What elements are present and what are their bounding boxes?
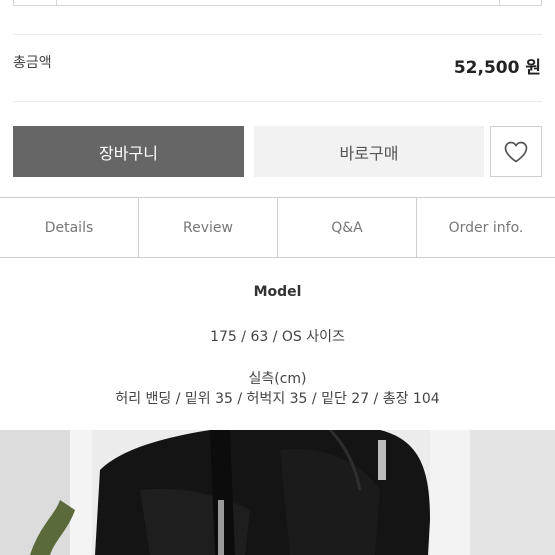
quantity-input[interactable] bbox=[56, 0, 513, 6]
buy-now-button[interactable]: 바로구매 bbox=[254, 126, 484, 177]
wishlist-button[interactable] bbox=[490, 126, 542, 177]
total-price: 52,500 원 bbox=[453, 58, 541, 78]
divider bbox=[13, 34, 542, 35]
model-info: 175 / 63 / OS 사이즈 bbox=[210, 329, 345, 345]
quantity-row bbox=[13, 0, 542, 7]
measurement-info: 허리 밴딩 / 밑위 35 / 허벅지 35 / 밑단 27 / 총장 104 bbox=[115, 391, 440, 407]
measurement-title: 실측(cm) bbox=[248, 371, 307, 387]
product-tabs: Details Review Q&A Order info. bbox=[0, 197, 555, 258]
divider bbox=[13, 101, 542, 102]
tab-order-info[interactable]: Order info. bbox=[417, 198, 555, 257]
add-to-cart-button[interactable]: 장바구니 bbox=[13, 126, 244, 177]
total-label: 총금액 bbox=[13, 55, 52, 71]
model-title: Model bbox=[253, 284, 302, 300]
product-photo bbox=[0, 430, 555, 555]
tab-review[interactable]: Review bbox=[139, 198, 278, 257]
quantity-decrease-button[interactable] bbox=[13, 0, 57, 6]
tab-details[interactable]: Details bbox=[0, 198, 139, 257]
heart-icon bbox=[504, 141, 528, 162]
quantity-increase-button[interactable] bbox=[499, 0, 542, 6]
tab-qna[interactable]: Q&A bbox=[278, 198, 417, 257]
